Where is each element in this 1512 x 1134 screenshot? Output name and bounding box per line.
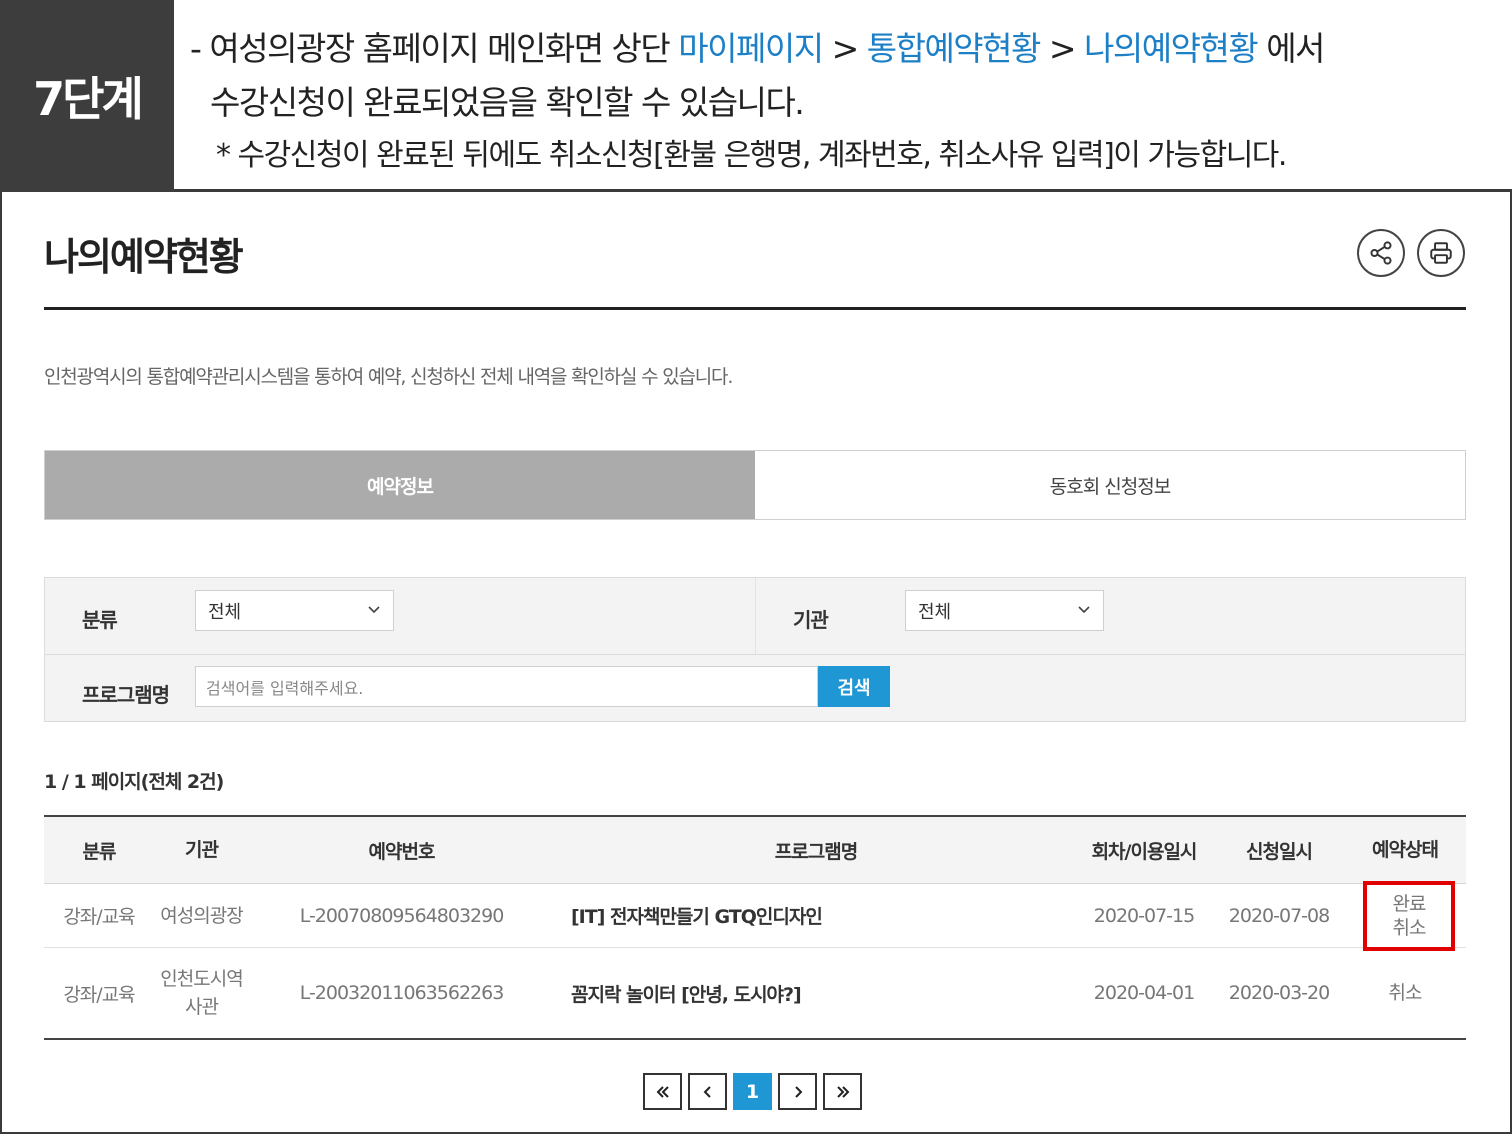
print-button[interactable] [1417, 229, 1465, 277]
reservation-tabs: 예약정보 동호회 신청정보 [44, 450, 1466, 520]
next-page-button[interactable] [778, 1073, 817, 1110]
header-use-date: 회차/이용일시 [1091, 840, 1198, 863]
category-select[interactable]: 전체 [195, 590, 394, 631]
header-org: 기관 [185, 839, 219, 861]
chevron-down-icon [368, 606, 380, 614]
row-category: 강좌/교육 [63, 983, 135, 1006]
path-mypage: 마이페이지 [678, 29, 824, 68]
instruction-line-1: - 여성의광장 홈페이지 메인화면 상단 마이페이지 > 통합예약현황 > 나의… [190, 22, 1500, 76]
double-chevron-right-icon [836, 1085, 849, 1098]
row-use-date: 2020-07-15 [1093, 904, 1195, 927]
row-org: 여성의광장 [160, 904, 243, 927]
org-select-value: 전체 [918, 601, 952, 623]
instruction-text: - 여성의광장 홈페이지 메인화면 상단 마이페이지 > 통합예약현황 > 나의… [190, 22, 1500, 182]
program-label: 프로그램명 [82, 683, 170, 707]
path-separator: > [822, 29, 867, 68]
instruction-line-2: 수강신청이 완료되었음을 확인할 수 있습니다. [210, 83, 805, 122]
path-integrated-reservation: 통합예약현황 [866, 29, 1042, 68]
header-status: 예약상태 [1372, 839, 1439, 861]
table-row: 강좌/교육 인천도시역 사관 L-20032011063562263 꼼지락 놀… [44, 948, 1466, 1038]
row-status: 취소 [1388, 982, 1423, 1004]
first-page-button[interactable] [643, 1073, 682, 1110]
double-chevron-left-icon [656, 1085, 669, 1098]
print-icon [1430, 242, 1452, 264]
chevron-right-icon [794, 1085, 802, 1098]
share-icon [1370, 241, 1392, 265]
status-highlight-box: 완료 취소 [1363, 880, 1455, 951]
last-page-button[interactable] [823, 1073, 862, 1110]
row-reservation-no: L-20070809564803290 [299, 904, 505, 927]
org-label: 기관 [793, 608, 829, 632]
prev-page-button[interactable] [688, 1073, 727, 1110]
row-org-line-2: 사관 [185, 996, 219, 1018]
page-description: 인천광역시의 통합예약관리시스템을 통하여 예약, 신청하신 전체 내역을 확인… [44, 366, 733, 388]
search-button[interactable]: 검색 [818, 666, 890, 707]
tab-reservation-info[interactable]: 예약정보 [45, 451, 755, 519]
row-use-date: 2020-04-01 [1093, 982, 1195, 1004]
path-separator: > [1039, 29, 1085, 68]
page-number-current[interactable]: 1 [733, 1073, 772, 1110]
chevron-left-icon [703, 1085, 711, 1098]
header-program: 프로그램명 [774, 840, 858, 863]
category-label: 분류 [82, 608, 118, 632]
row-category: 강좌/교육 [63, 906, 135, 928]
page-title: 나의예약현황 [44, 235, 244, 279]
path-my-reservation: 나의예약현황 [1084, 29, 1259, 68]
row-status: 완료 취소 [1344, 880, 1466, 951]
program-search-input[interactable]: 검색어를 입력해주세요. [195, 666, 818, 707]
filter-column-divider [755, 578, 756, 654]
instruction-suffix: 에서 [1257, 29, 1325, 68]
header-apply-date: 신청일시 [1246, 840, 1313, 863]
title-divider [44, 307, 1466, 310]
row-reservation-no: L-20032011063562263 [299, 982, 505, 1004]
table-row: 강좌/교육 여성의광장 L-20070809564803290 [IT] 전자책… [44, 880, 1466, 951]
table-header: 분류 기관 예약번호 프로그램명 회차/이용일시 신청일시 예약상태 [44, 817, 1466, 884]
row-program[interactable]: 꼼지락 놀이터 [안녕, 도시야?] [571, 948, 1061, 1038]
reservation-table: 분류 기관 예약번호 프로그램명 회차/이용일시 신청일시 예약상태 강좌/교육… [44, 815, 1466, 1040]
row-org-line-1: 인천도시역 [160, 968, 243, 990]
header-category: 분류 [82, 840, 117, 863]
category-select-value: 전체 [208, 601, 242, 623]
chevron-down-icon [1078, 606, 1090, 614]
instruction-banner: 7단계 - 여성의광장 홈페이지 메인화면 상단 마이페이지 > 통합예약현황 … [0, 0, 1512, 192]
cancel-link[interactable]: 취소 [1393, 916, 1427, 940]
org-select[interactable]: 전체 [905, 590, 1104, 631]
filter-row-divider [45, 654, 1465, 655]
row-apply-date: 2020-03-20 [1228, 982, 1330, 1004]
pagination: 1 [643, 1073, 862, 1110]
row-org: 인천도시역 사관 [149, 948, 254, 1038]
row-program[interactable]: [IT] 전자책만들기 GTQ인디자인 [571, 884, 1061, 947]
share-button[interactable] [1357, 229, 1405, 277]
search-filter: 분류 전체 기관 전체 프로그램명 검색어를 입력해주세요. 검색 [44, 577, 1466, 722]
row-apply-date: 2020-07-08 [1228, 904, 1330, 927]
search-placeholder: 검색어를 입력해주세요. [206, 678, 364, 698]
step-label: 7단계 [0, 0, 174, 192]
status-complete: 완료 [1392, 892, 1427, 915]
instruction-note: * 수강신청이 완료된 뒤에도 취소신청[환불 은행명, 계좌번호, 취소사유 … [216, 138, 1287, 173]
header-reservation-no: 예약번호 [368, 840, 436, 863]
instruction-prefix: - 여성의광장 홈페이지 메인화면 상단 [190, 29, 679, 68]
page-count: 1 / 1 페이지(전체 2건) [44, 771, 224, 793]
tab-club-application[interactable]: 동호회 신청정보 [755, 451, 1465, 519]
